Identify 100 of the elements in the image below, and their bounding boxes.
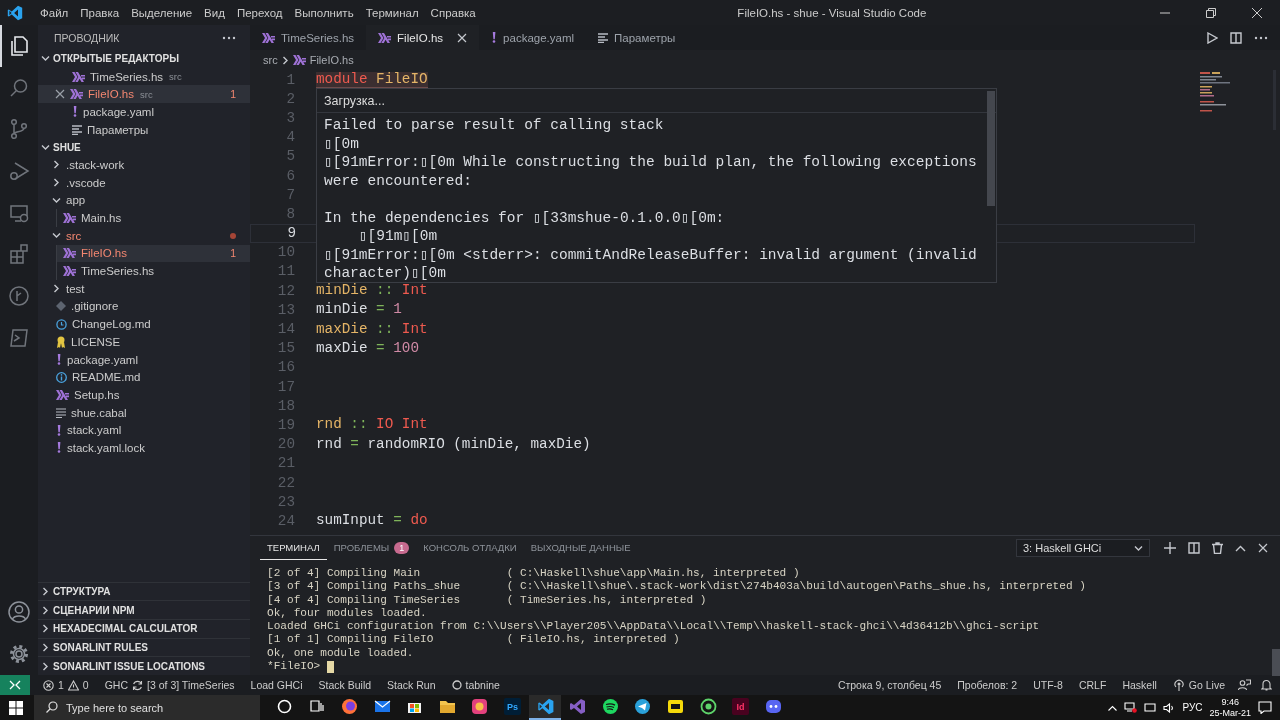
chevron-right-icon[interactable] [41,605,50,615]
chevron-down-icon[interactable] [52,231,61,241]
chevron-right-icon[interactable] [41,586,50,596]
search-icon[interactable] [8,76,30,99]
build-status[interactable]: GHC [3 of 3] TimeSeries [101,675,238,695]
taskbar-search-field[interactable]: Type here to search [34,695,260,720]
menu-item[interactable]: Терминал [359,6,425,19]
close-icon[interactable] [55,89,65,100]
panel-tab[interactable]: ТЕРМИНАЛ [260,536,327,560]
git-graph-icon[interactable] [8,284,30,307]
tree-item[interactable]: test [38,279,250,298]
tree-item[interactable]: package.yaml [38,350,250,369]
menu-item[interactable]: Переход [230,6,289,19]
chevron-right-icon[interactable] [41,642,50,652]
close-icon[interactable] [1258,543,1268,553]
app-icon[interactable] [471,698,489,715]
feedback-icon[interactable] [1238,679,1251,691]
app-icon[interactable] [601,698,619,715]
chevron-down-icon[interactable] [41,54,50,64]
tree-item[interactable]: TimeSeries.hs src [38,67,250,86]
chevron-right-icon[interactable] [52,178,61,188]
app-icon[interactable] [308,698,326,715]
language-indicator[interactable]: РУС [1182,702,1203,713]
status-item[interactable]: Пробелов: 2 [954,675,1021,695]
tree-item[interactable]: FileIO.hs src 1 [38,85,250,104]
menu-item[interactable]: Файл [34,6,75,19]
tree-item[interactable]: ChangeLog.md [38,315,250,333]
status-item[interactable]: tabnine [448,675,503,695]
scrollbar-thumb[interactable] [987,91,995,206]
section-header[interactable]: HEXADECIMAL CALCULATOR [38,618,250,638]
section-header[interactable]: SONARLINT RULES [38,637,250,657]
status-item[interactable]: Строка 9, столбец 45 [834,675,945,695]
volume-icon[interactable] [1163,702,1176,713]
tree-item[interactable]: LICENSE [38,333,250,351]
tree-item[interactable]: package.yaml [38,103,250,121]
status-item[interactable]: CRLF [1075,675,1110,695]
chevron-right-icon[interactable] [41,624,50,634]
branch-icon[interactable] [8,118,30,141]
menu-item[interactable]: Правка [74,6,126,19]
app-icon[interactable] [373,698,391,715]
network-icon[interactable] [1124,702,1138,713]
status-item[interactable]: Stack Build [315,675,375,695]
scrollbar-thumb[interactable] [1272,649,1280,676]
editor-tab[interactable]: TimeSeries.hs [250,25,367,50]
remote-button[interactable] [0,675,30,695]
editor-tab[interactable]: package.yaml [479,25,587,50]
tree-item[interactable]: Main.hs [57,209,250,227]
tree-item[interactable]: .stack-work [38,156,250,174]
chevron-right-icon[interactable] [52,160,61,170]
more-icon[interactable] [222,35,236,40]
app-icon[interactable] [341,698,358,715]
menu-item[interactable]: Справка [424,6,482,19]
terminal-dropdown[interactable]: 3: Haskell GHCi [1016,539,1150,557]
windows-icon[interactable] [9,700,23,715]
app-icon[interactable] [438,698,456,715]
tree-item[interactable]: FileIO.hs 1 [57,244,250,263]
status-item[interactable]: Load GHCi [247,675,306,695]
menu-item[interactable]: Выполнить [288,6,360,19]
display-icon[interactable] [1144,702,1157,713]
extensions-icon[interactable] [8,243,30,266]
tree-item[interactable]: Параметры [38,120,250,139]
split-editor-icon[interactable] [1230,31,1242,44]
tree-item[interactable]: README.md [38,368,250,387]
tree-item[interactable]: TimeSeries.hs [57,262,250,280]
close-icon[interactable] [457,32,468,43]
tree-item[interactable]: .gitignore [38,297,250,316]
plus-icon[interactable] [1164,542,1176,554]
breadcrumb-item[interactable]: FileIO.hs [309,54,354,66]
breadcrumb-item[interactable]: src [263,54,278,66]
run-debug-icon[interactable] [8,159,30,182]
app-icon[interactable]: Ps [503,698,521,715]
status-item[interactable]: UTF-8 [1030,675,1066,695]
files-icon[interactable] [8,34,30,57]
section-header[interactable]: SHUE [38,138,250,157]
panel-tab[interactable]: ПРОБЛЕМЫ 1 [326,536,417,560]
account-icon[interactable] [7,600,31,625]
app-icon[interactable] [764,698,782,715]
more-icon[interactable] [1254,35,1268,40]
section-header[interactable]: СТРУКТУРА [38,581,250,601]
problems-indicator[interactable]: 1 0 [40,675,92,695]
app-icon[interactable] [666,698,684,715]
panel-tab[interactable]: ВЫХОДНЫЕ ДАННЫЕ [523,536,638,560]
status-item[interactable]: Haskell [1119,675,1160,695]
trash-icon[interactable] [1212,542,1223,554]
status-item[interactable]: Stack Run [384,675,439,695]
notification-icon[interactable] [1258,701,1272,714]
menu-item[interactable]: Выделение [125,6,199,19]
chevron-right-icon[interactable] [41,661,50,671]
split-icon[interactable] [1188,542,1200,554]
app-icon[interactable] [275,698,293,715]
run-icon[interactable] [1206,31,1218,44]
chevron-down-icon[interactable] [52,195,61,205]
bell-icon[interactable] [1261,679,1272,691]
tree-item[interactable]: stack.yaml.lock [38,439,250,457]
panel-tab[interactable]: КОНСОЛЬ ОТЛАДКИ [416,536,524,560]
tree-item[interactable]: app [38,191,250,210]
terminal-icon[interactable] [8,326,30,349]
tree-item[interactable]: Setup.hs [38,386,250,404]
go-live-button[interactable]: Go Live [1169,675,1228,695]
editor-tab[interactable]: FileIO.hs [366,25,480,50]
